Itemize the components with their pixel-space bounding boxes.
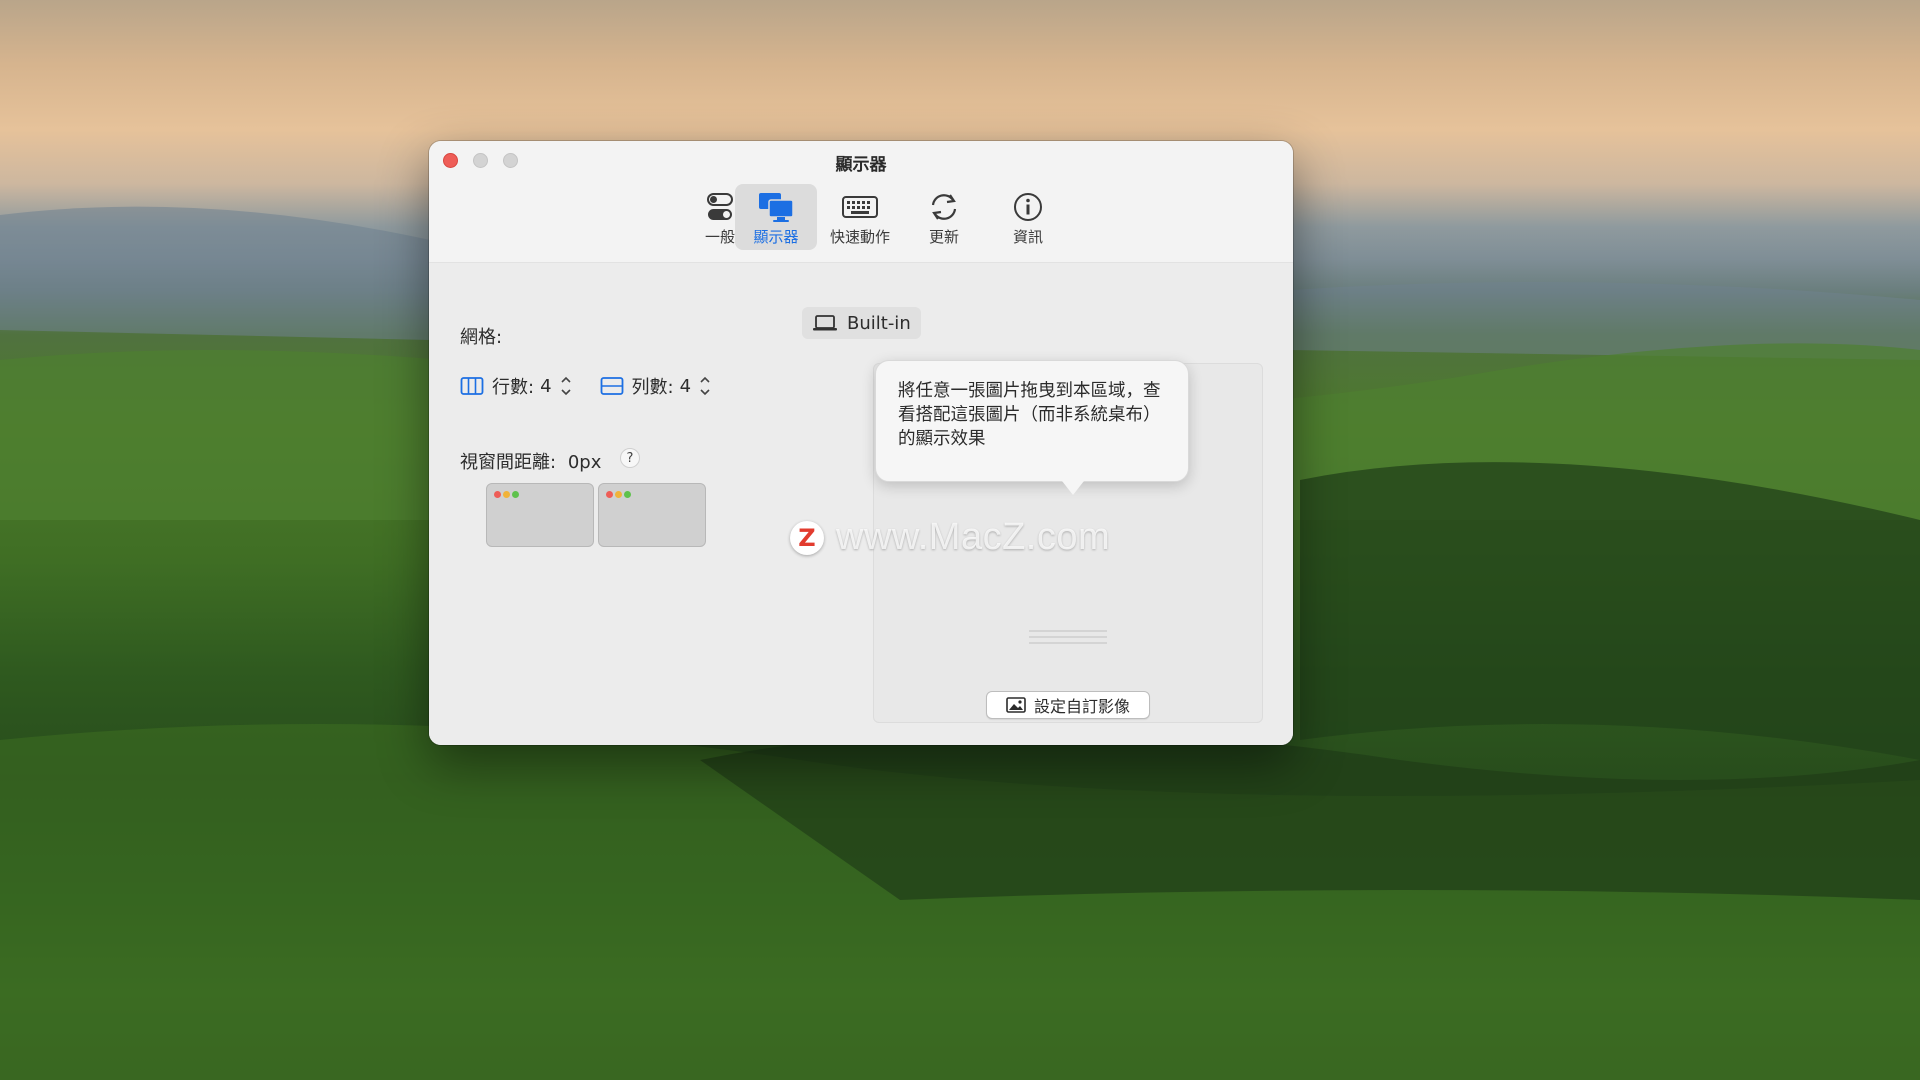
cols-label: 列數:: [631, 377, 674, 398]
gap-preview-window-right: [598, 483, 706, 547]
tab-shortcuts-label: 快速動作: [829, 228, 890, 246]
preview-placeholder: [1029, 630, 1107, 644]
watermark-text: www.MacZ.com: [836, 516, 1111, 558]
tab-displays[interactable]: 顯示器: [735, 184, 817, 250]
displays-icon: [759, 193, 794, 222]
help-button[interactable]: ?: [620, 448, 640, 468]
photo-icon: [1006, 697, 1026, 713]
tab-shortcuts[interactable]: 快速動作: [819, 184, 901, 250]
tab-displays-label: 顯示器: [753, 228, 799, 246]
set-custom-image-button[interactable]: 設定自訂影像: [986, 691, 1150, 719]
cols-stepper[interactable]: [697, 371, 713, 401]
rows-icon: [600, 377, 623, 395]
chevron-down-icon: [700, 389, 710, 396]
tab-about-label: 資訊: [1012, 228, 1043, 246]
chevron-up-icon: [560, 376, 571, 383]
display-selector[interactable]: Built-in: [802, 307, 921, 339]
toolbar: 顯示器 一般 顯示器 快速動作 更新 資訊: [429, 141, 1293, 263]
content-area: Built-in 網格: 行數: 4 列數: 4 視窗間距離: 0px ? 設定…: [429, 263, 1293, 745]
gap-label-text: 視窗間距離:: [460, 452, 557, 473]
toggles-icon: [707, 193, 733, 220]
set-custom-image-label: 設定自訂影像: [1033, 697, 1130, 716]
chevron-down-icon: [560, 389, 571, 396]
rows-value: 4: [540, 375, 552, 397]
display-name: Built-in: [847, 312, 911, 334]
refresh-icon: [931, 194, 957, 220]
grid-label: 網格:: [460, 327, 503, 348]
laptop-icon: [813, 315, 837, 331]
columns-icon: [460, 377, 484, 395]
grid-controls: 行數: 4 列數: 4: [460, 371, 713, 401]
keyboard-icon: [842, 196, 878, 218]
tooltip-tail: [1062, 481, 1084, 495]
settings-window: 顯示器 一般 顯示器 快速動作 更新 資訊 Built-in 網格: 行數: 4…: [429, 141, 1293, 745]
tab-updates-label: 更新: [928, 228, 959, 246]
gap-label: 視窗間距離: 0px: [460, 448, 601, 474]
info-icon: [1014, 193, 1042, 221]
window-title: 顯示器: [835, 155, 887, 175]
gap-value[interactable]: 0px: [568, 452, 602, 473]
tab-general-label: 一般: [704, 228, 735, 246]
rows-label: 行數:: [492, 377, 535, 398]
chevron-up-icon: [700, 376, 710, 383]
tab-about[interactable]: 資訊: [987, 184, 1069, 250]
gap-preview-window-left: [486, 483, 594, 547]
watermark-logo: Z: [790, 520, 824, 555]
cols-value: 4: [679, 375, 692, 397]
watermark: Z www.MacZ.com: [790, 516, 1110, 559]
tab-updates[interactable]: 更新: [903, 184, 985, 250]
rows-stepper[interactable]: [558, 371, 574, 401]
drop-hint-tooltip: 將任意一張圖片拖曳到本區域，查看搭配這張圖片（而非系統桌布）的顯示效果: [875, 360, 1189, 482]
